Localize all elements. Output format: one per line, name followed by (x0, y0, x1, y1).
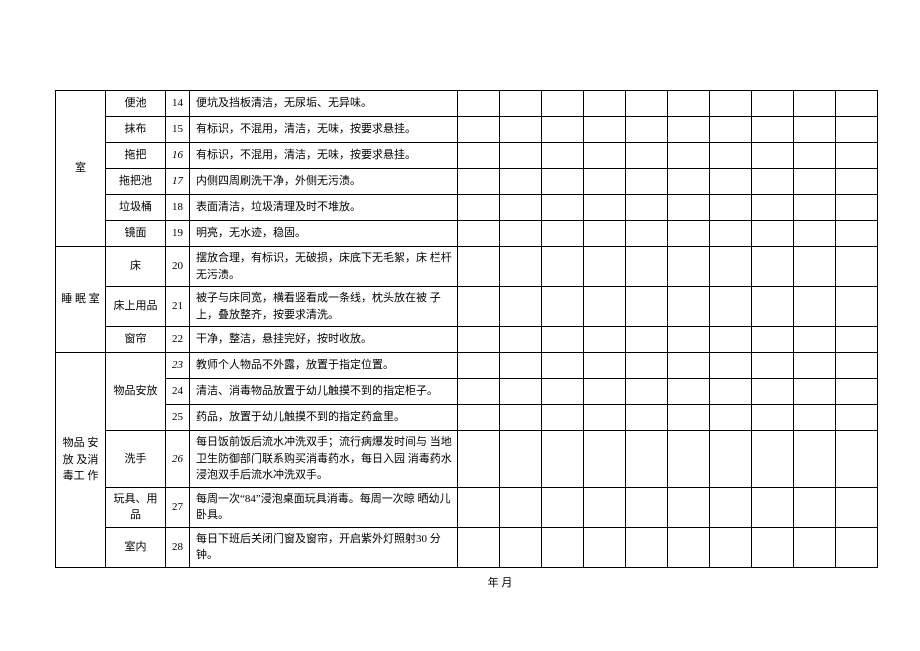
table-row: 室便池14便坑及挡板清洁，无尿垢、无异味。 (56, 91, 878, 117)
item-cell: 镜面 (106, 221, 166, 247)
category-cell: 睡 眠 室 (56, 247, 106, 353)
table-row: 玩具、用品27每周一次“84”浸泡桌面玩具消毒。每周一次晾 晒幼儿卧具。 (56, 487, 878, 527)
num-cell: 25 (166, 405, 190, 431)
num-cell: 26 (166, 431, 190, 488)
table-row: 物品 安放 及消 毒工 作物品安放23教师个人物品不外露，放置于指定位置。 (56, 353, 878, 379)
num-cell: 21 (166, 287, 190, 327)
desc-cell: 每周一次“84”浸泡桌面玩具消毒。每周一次晾 晒幼儿卧具。 (190, 487, 458, 527)
category-cell: 室 (56, 91, 106, 247)
item-cell: 拖把池 (106, 169, 166, 195)
table-row: 室内28每日下班后关闭门窗及窗帘，开启紫外灯照射30 分钟。 (56, 527, 878, 567)
item-cell: 物品安放 (106, 353, 166, 431)
table-row: 24清洁、消毒物品放置于幼儿触摸不到的指定柜子。 (56, 379, 878, 405)
num-cell: 20 (166, 247, 190, 287)
item-cell: 拖把 (106, 143, 166, 169)
num-cell: 22 (166, 327, 190, 353)
desc-cell: 有标识，不混用，清洁，无味，按要求悬挂。 (190, 117, 458, 143)
footer-date: 年 月 (55, 574, 865, 590)
table-row: 拖把池17内侧四周刷洗干净，外侧无污渍。 (56, 169, 878, 195)
num-cell: 24 (166, 379, 190, 405)
num-cell: 15 (166, 117, 190, 143)
desc-cell: 被子与床同宽，横看竖看成一条线，枕头放在被 子上，叠放整齐，按要求清洗。 (190, 287, 458, 327)
num-cell: 28 (166, 527, 190, 567)
num-cell: 27 (166, 487, 190, 527)
desc-cell: 便坑及挡板清洁，无尿垢、无异味。 (190, 91, 458, 117)
desc-cell: 药品，放置于幼儿触摸不到的指定药盒里。 (190, 405, 458, 431)
desc-cell: 内侧四周刷洗干净，外侧无污渍。 (190, 169, 458, 195)
table-row: 镜面19明亮，无水迹，稳固。 (56, 221, 878, 247)
desc-cell: 有标识，不混用，清洁，无味，按要求悬挂。 (190, 143, 458, 169)
category-cell: 物品 安放 及消 毒工 作 (56, 353, 106, 568)
inspection-table: 室便池14便坑及挡板清洁，无尿垢、无异味。抹布15有标识，不混用，清洁，无味，按… (55, 90, 878, 568)
num-cell: 19 (166, 221, 190, 247)
item-cell: 窗帘 (106, 327, 166, 353)
desc-cell: 表面清洁，垃圾清理及时不堆放。 (190, 195, 458, 221)
desc-cell: 每日下班后关闭门窗及窗帘，开启紫外灯照射30 分钟。 (190, 527, 458, 567)
num-cell: 17 (166, 169, 190, 195)
desc-cell: 明亮，无水迹，稳固。 (190, 221, 458, 247)
num-cell: 16 (166, 143, 190, 169)
item-cell: 垃圾桶 (106, 195, 166, 221)
item-cell: 玩具、用品 (106, 487, 166, 527)
num-cell: 23 (166, 353, 190, 379)
desc-cell: 教师个人物品不外露，放置于指定位置。 (190, 353, 458, 379)
item-cell: 抹布 (106, 117, 166, 143)
num-cell: 14 (166, 91, 190, 117)
item-cell: 室内 (106, 527, 166, 567)
item-cell: 床上用品 (106, 287, 166, 327)
table-row: 洗手26每日饭前饭后流水冲洗双手；流行病爆发时间与 当地卫生防御部门联系购买消毒… (56, 431, 878, 488)
table-row: 拖把16有标识，不混用，清洁，无味，按要求悬挂。 (56, 143, 878, 169)
num-cell: 18 (166, 195, 190, 221)
desc-cell: 干净，整洁，悬挂完好，按时收放。 (190, 327, 458, 353)
table-row: 抹布15有标识，不混用，清洁，无味，按要求悬挂。 (56, 117, 878, 143)
desc-cell: 每日饭前饭后流水冲洗双手；流行病爆发时间与 当地卫生防御部门联系购买消毒药水，每… (190, 431, 458, 488)
table-row: 睡 眠 室床20摆放合理，有标识，无破损，床底下无毛絮，床 栏杆无污渍。 (56, 247, 878, 287)
item-cell: 洗手 (106, 431, 166, 488)
desc-cell: 摆放合理，有标识，无破损，床底下无毛絮，床 栏杆无污渍。 (190, 247, 458, 287)
table-row: 床上用品21被子与床同宽，横看竖看成一条线，枕头放在被 子上，叠放整齐，按要求清… (56, 287, 878, 327)
desc-cell: 清洁、消毒物品放置于幼儿触摸不到的指定柜子。 (190, 379, 458, 405)
item-cell: 床 (106, 247, 166, 287)
table-row: 窗帘22干净，整洁，悬挂完好，按时收放。 (56, 327, 878, 353)
table-row: 25药品，放置于幼儿触摸不到的指定药盒里。 (56, 405, 878, 431)
table-row: 垃圾桶18表面清洁，垃圾清理及时不堆放。 (56, 195, 878, 221)
item-cell: 便池 (106, 91, 166, 117)
